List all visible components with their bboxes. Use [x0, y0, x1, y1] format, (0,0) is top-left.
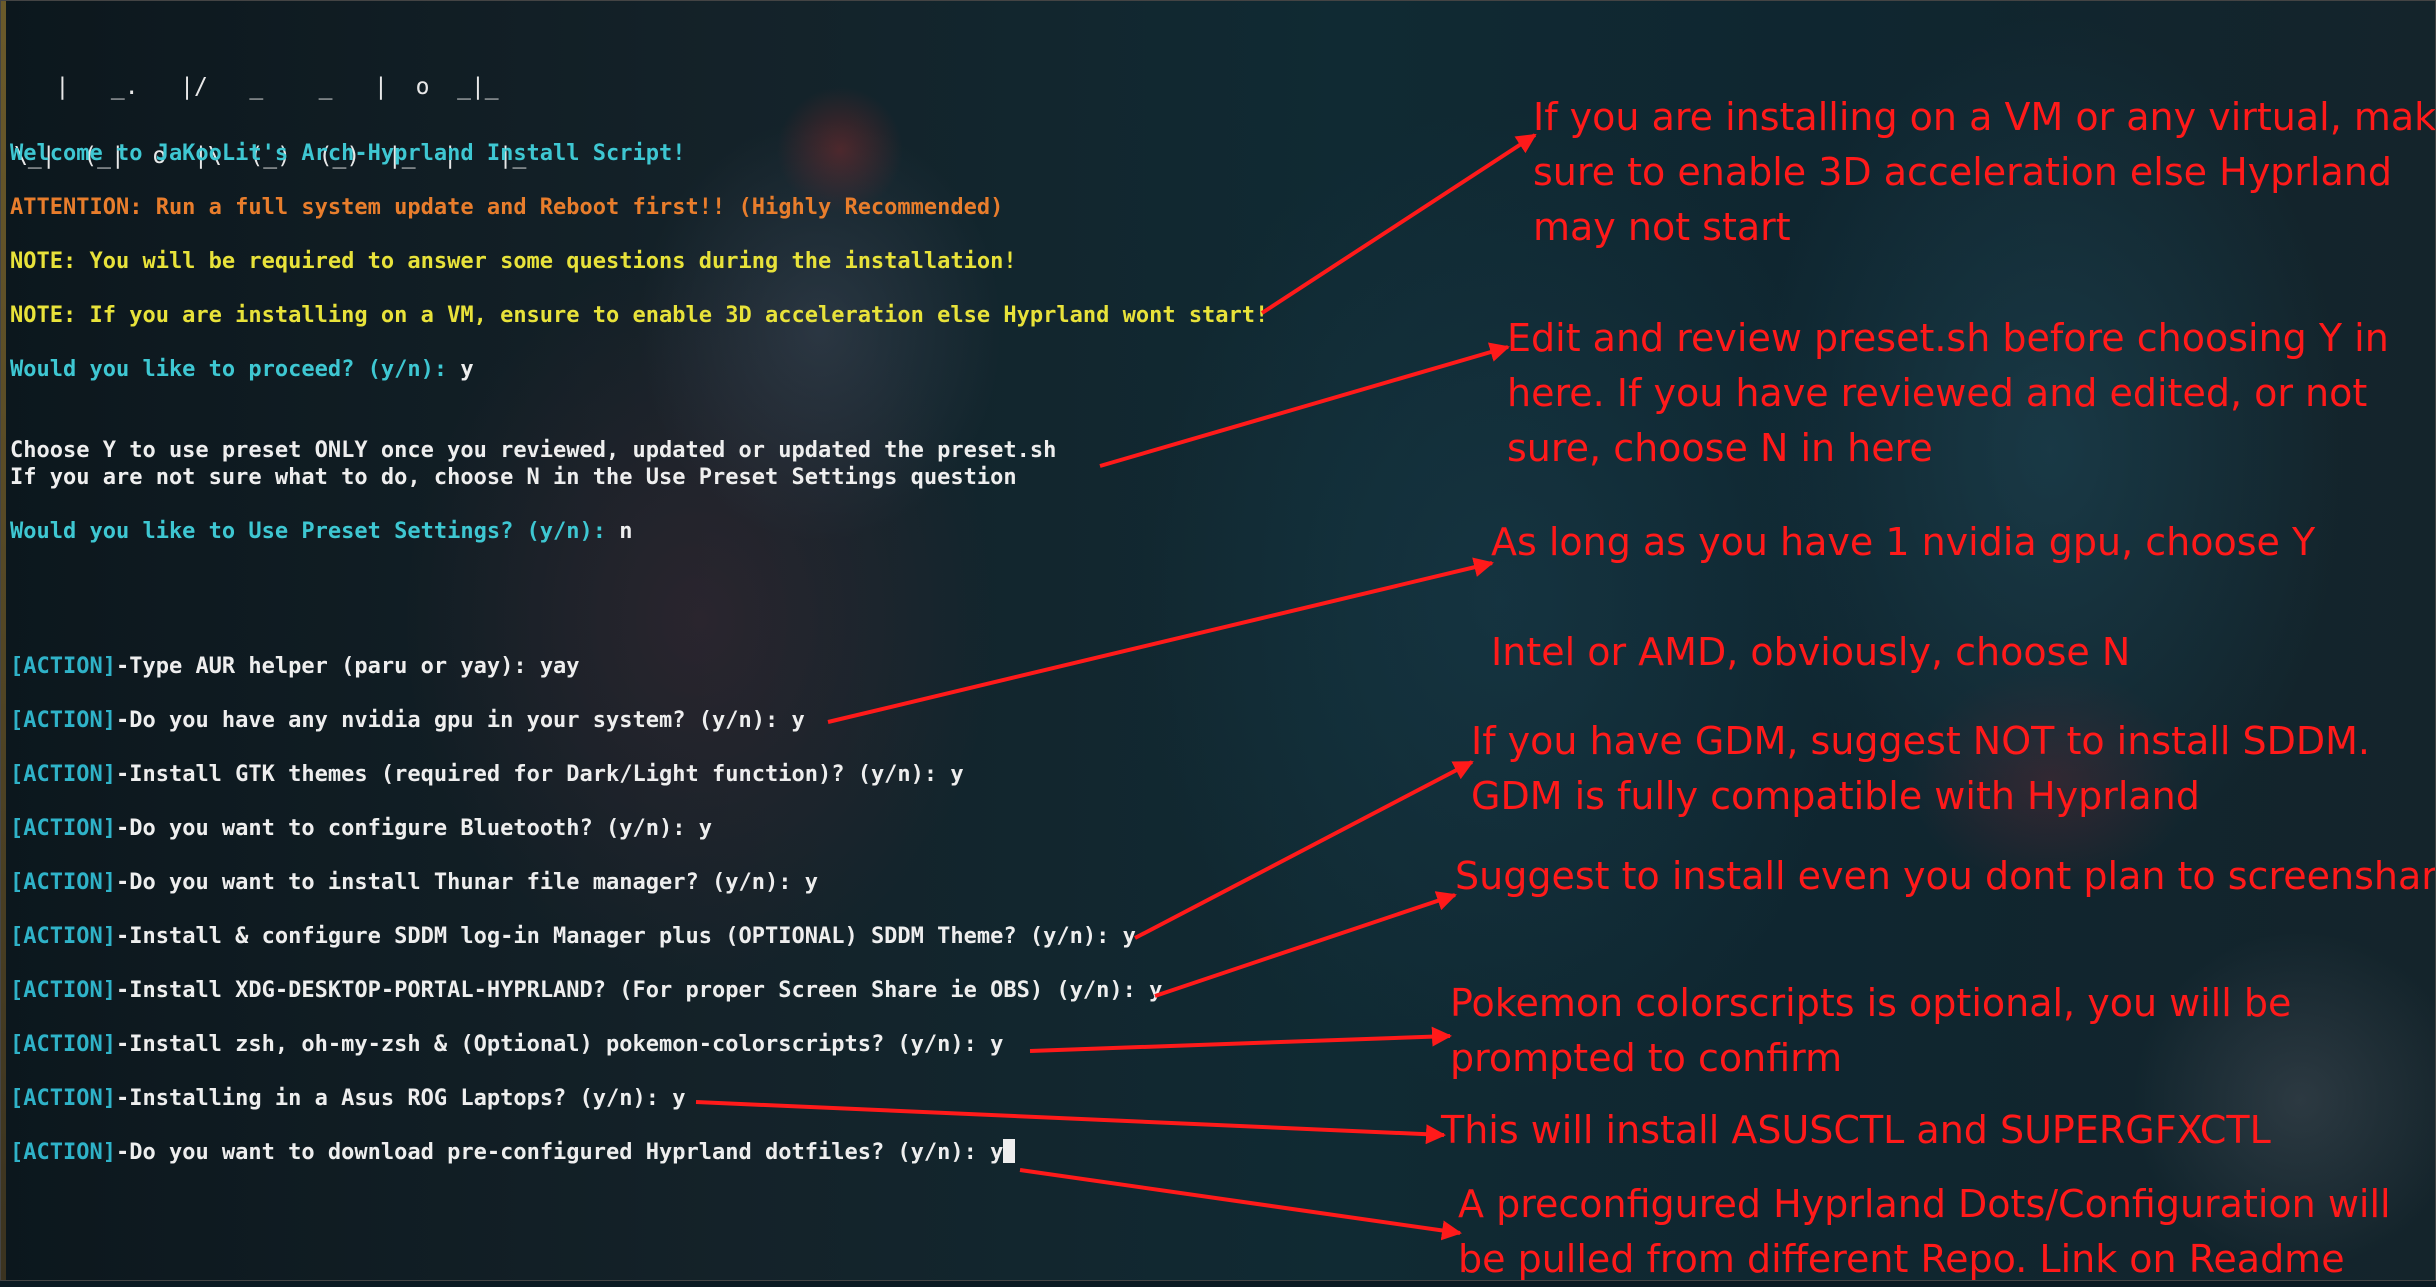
annotation-pokemon: Pokemon colorscripts is optional, you wi… — [1450, 981, 2292, 1080]
arrow-pokemon — [1029, 1026, 1452, 1053]
arrow-vm — [1260, 133, 1537, 315]
annotation-intel-amd: Intel or AMD, obviously, choose N — [1491, 630, 2131, 674]
annotation-gdm: If you have GDM, suggest NOT to install … — [1471, 719, 2370, 818]
annotation-preset: Edit and review preset.sh before choosin… — [1507, 316, 2389, 470]
arrow-dotfiles — [1019, 1168, 1462, 1241]
annotation-screenshare: Suggest to install even you dont plan to… — [1455, 854, 2436, 898]
annotation-dotfiles: A preconfigured Hyprland Dots/Configurat… — [1458, 1182, 2391, 1281]
annotation-vm: If you are installing on a VM or any vir… — [1533, 95, 2436, 249]
annotation-nvidia: As long as you have 1 nvidia gpu, choose… — [1491, 520, 2316, 564]
arrow-preset — [1099, 342, 1510, 468]
annotation-asus: This will install ASUSCTL and SUPERGFXCT… — [1441, 1108, 2271, 1152]
arrow-asus — [695, 1100, 1446, 1145]
arrow-gdm — [1134, 760, 1474, 940]
arrow-screenshare — [1154, 891, 1457, 998]
arrow-nvidia — [827, 557, 1494, 724]
